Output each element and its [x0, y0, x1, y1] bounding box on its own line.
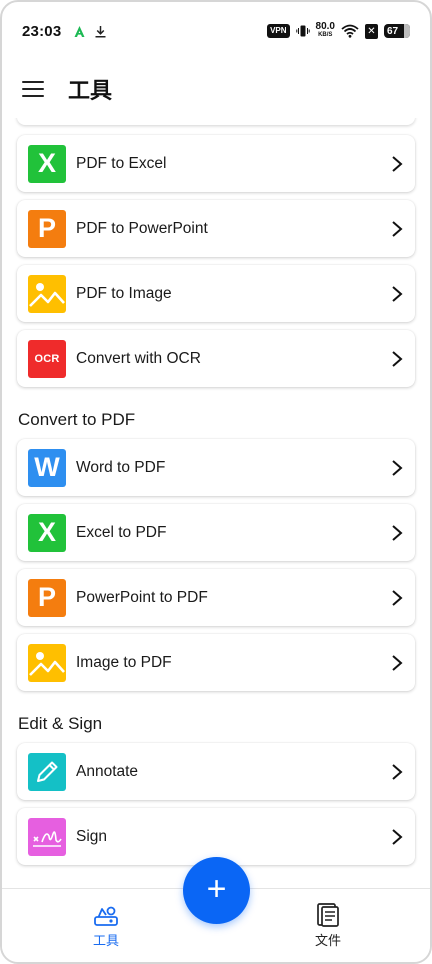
tool-label: Image to PDF — [76, 653, 172, 671]
excel-icon: X — [28, 513, 66, 552]
chevron-right-icon — [392, 589, 403, 606]
tool-label: PowerPoint to PDF — [76, 588, 208, 606]
tool-label: PDF to Excel — [76, 154, 167, 172]
no-sim-icon: ✕ — [365, 23, 378, 39]
pencil-icon — [28, 752, 66, 791]
vpn-badge: VPN — [267, 24, 290, 38]
section-header-edit-sign: Edit & Sign — [18, 714, 103, 733]
tool-label: Annotate — [76, 762, 139, 780]
tool-pdf-to-excel[interactable]: X PDF to Excel — [17, 135, 415, 192]
tool-pdf-to-image[interactable]: PDF to Image — [17, 265, 415, 322]
nav-files[interactable]: 文件 — [288, 903, 368, 949]
tool-powerpoint-to-pdf[interactable]: P PowerPoint to PDF — [17, 569, 415, 626]
tool-excel-to-pdf[interactable]: X Excel to PDF — [17, 504, 415, 561]
tool-annotate[interactable]: Annotate — [17, 743, 415, 800]
wifi-icon — [341, 24, 359, 38]
vibrate-icon — [295, 25, 310, 37]
app-bar: 工具 — [2, 60, 430, 118]
chevron-right-icon — [392, 763, 403, 780]
nav-tools-label: 工具 — [92, 934, 119, 949]
chevron-right-icon — [392, 828, 403, 845]
tool-word-to-pdf[interactable]: W Word to PDF — [17, 439, 415, 496]
signature-icon — [28, 817, 66, 856]
tool-label: Excel to PDF — [76, 523, 167, 541]
tool-label: Word to PDF — [76, 458, 166, 476]
menu-icon[interactable] — [22, 81, 44, 97]
section-header-convert-to-pdf: Convert to PDF — [18, 410, 136, 429]
nav-files-label: 文件 — [314, 934, 341, 949]
status-bar: 23:03 VPN 80.0 KB/S ✕ 67 — [2, 2, 430, 60]
chevron-right-icon — [392, 155, 403, 172]
tool-image-to-pdf[interactable]: Image to PDF — [17, 634, 415, 691]
chevron-right-icon — [392, 524, 403, 541]
tools-icon — [94, 906, 118, 926]
chevron-right-icon — [392, 654, 403, 671]
image-icon — [28, 274, 66, 313]
nav-tools[interactable]: 工具 — [66, 903, 146, 949]
tool-label: PDF to PowerPoint — [76, 219, 208, 237]
tool-convert-with-ocr[interactable]: OCR Convert with OCR — [17, 330, 415, 387]
list-item-partial[interactable] — [17, 118, 415, 125]
powerpoint-icon: P — [28, 578, 66, 617]
status-time: 23:03 — [22, 22, 62, 40]
chevron-right-icon — [392, 459, 403, 476]
tools-list[interactable]: X PDF to Excel P PDF to PowerPoint PDF t… — [2, 118, 430, 888]
battery-indicator: 67 — [384, 24, 410, 38]
chevron-right-icon — [392, 350, 403, 367]
page-title: 工具 — [68, 79, 113, 104]
phone-screen: 23:03 VPN 80.0 KB/S ✕ 67 工具 X PDF to Exc… — [0, 0, 432, 964]
ocr-icon: OCR — [28, 339, 66, 378]
excel-icon: X — [28, 144, 66, 183]
app-notification-icon — [74, 25, 85, 37]
network-speed: 80.0 KB/S — [315, 21, 335, 39]
chevron-right-icon — [392, 285, 403, 302]
tool-label: Convert with OCR — [76, 349, 201, 367]
add-fab-button[interactable]: + — [183, 857, 250, 924]
word-icon: W — [28, 448, 66, 487]
tool-pdf-to-powerpoint[interactable]: P PDF to PowerPoint — [17, 200, 415, 257]
files-icon — [317, 903, 339, 927]
image-icon — [28, 643, 66, 682]
plus-icon: + — [206, 870, 227, 908]
tool-label: PDF to Image — [76, 284, 172, 302]
powerpoint-icon: P — [28, 209, 66, 248]
chevron-right-icon — [392, 220, 403, 237]
tool-label: Sign — [76, 827, 108, 845]
download-icon — [95, 25, 106, 38]
